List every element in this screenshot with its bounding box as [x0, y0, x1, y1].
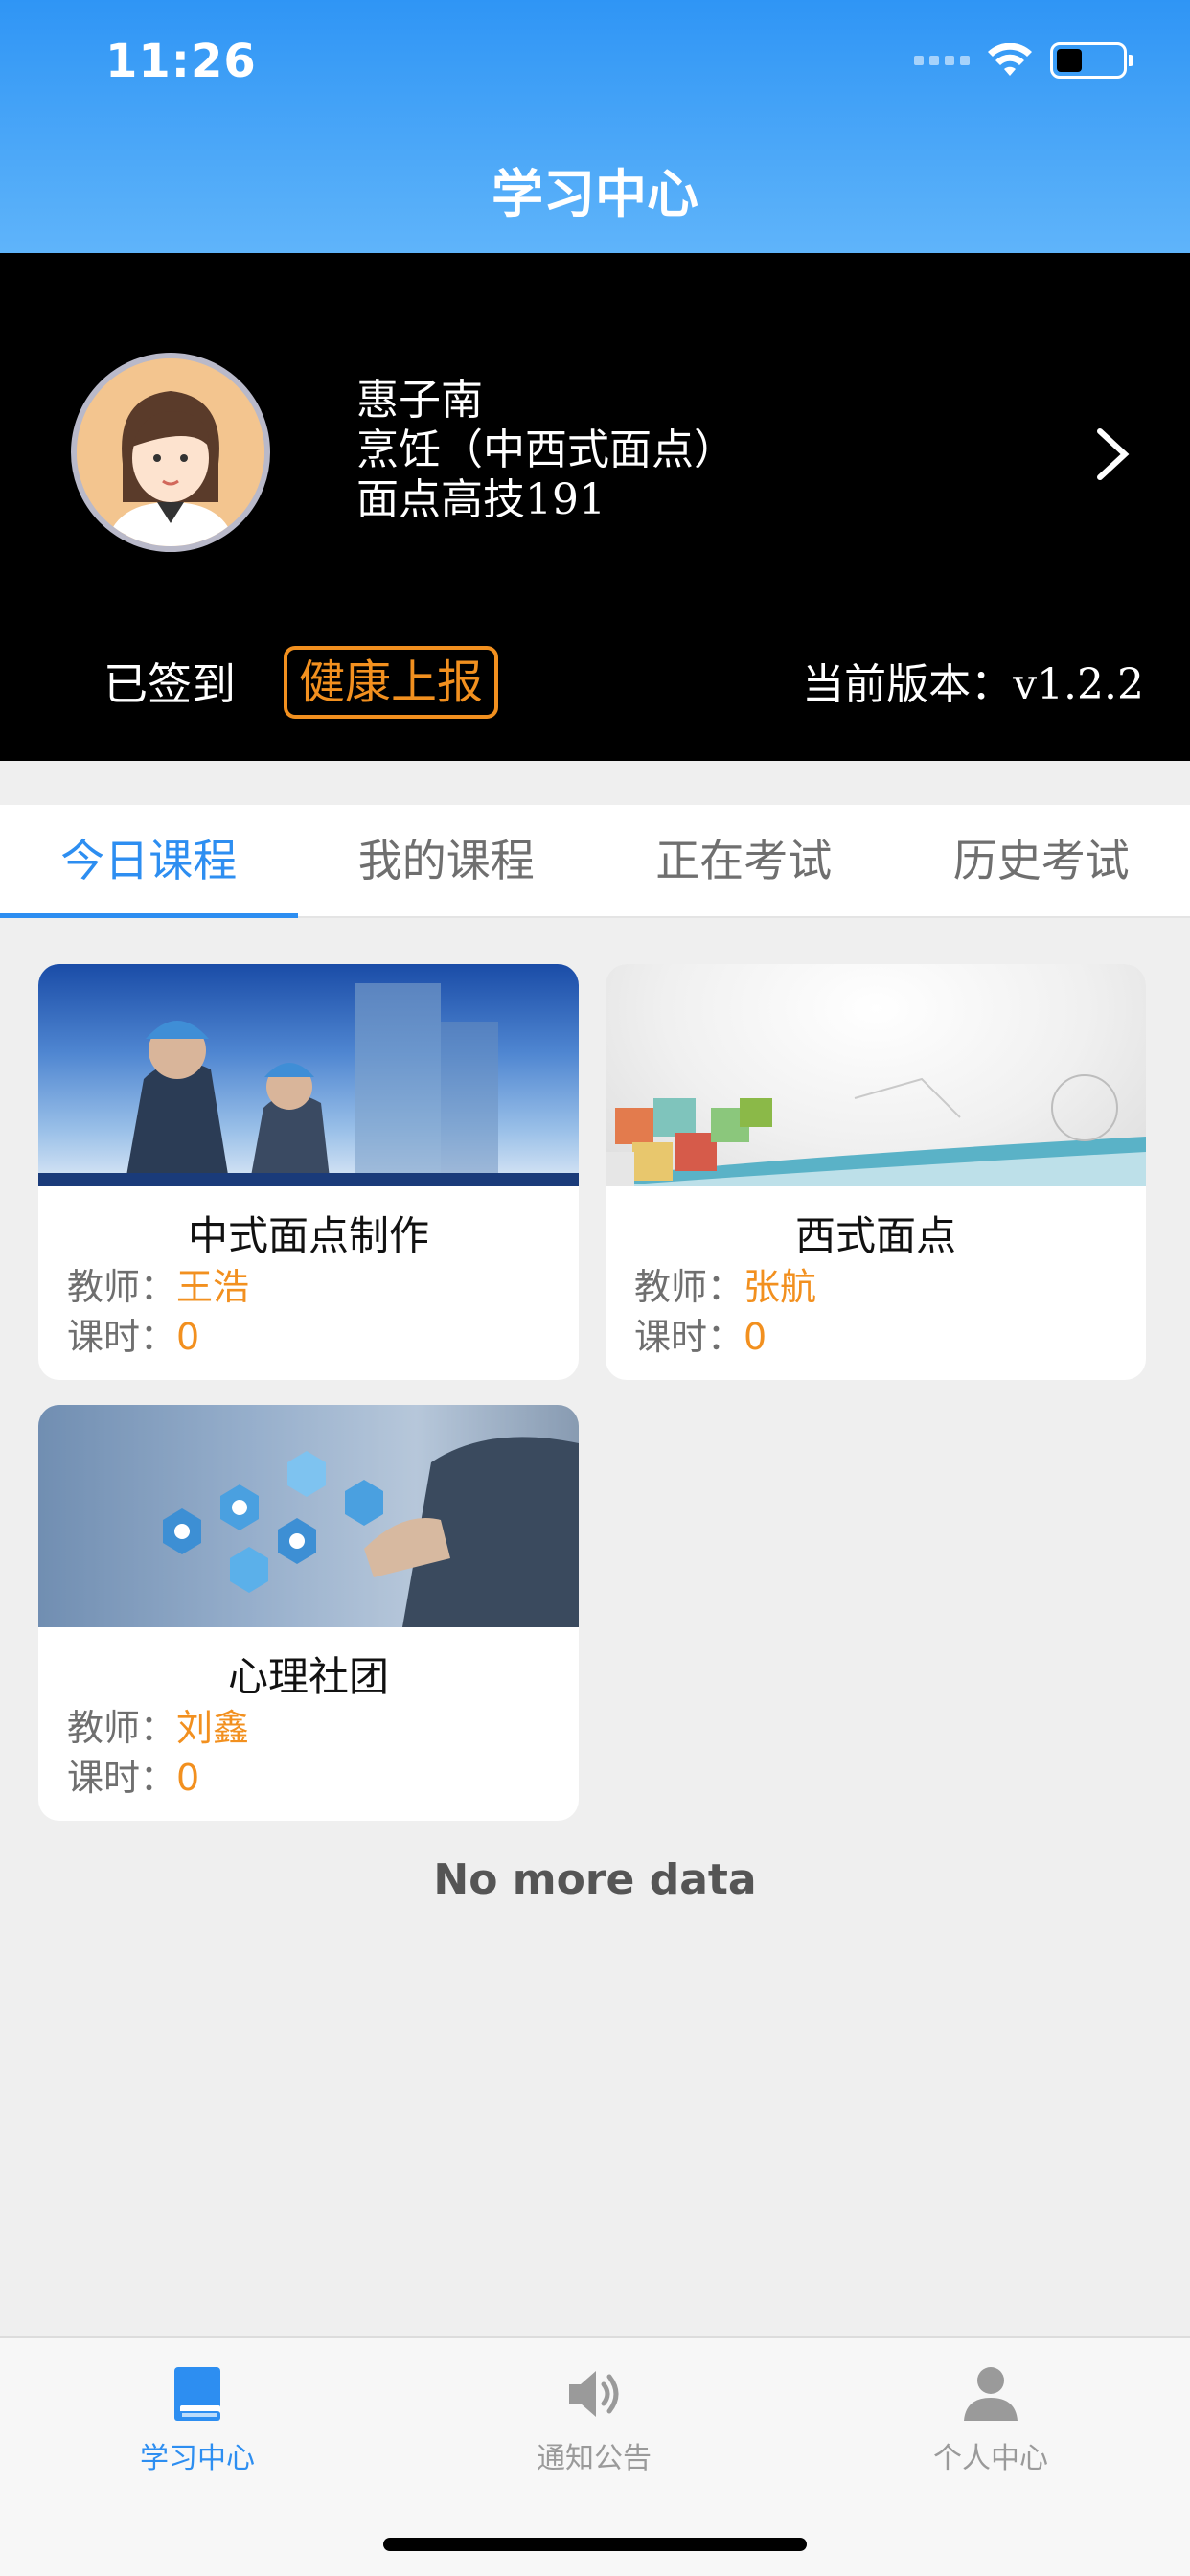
- hours-label: 课时：: [67, 1757, 177, 1799]
- status-time: 11:26: [105, 34, 257, 88]
- course-hours: 课时：0: [634, 1312, 1146, 1362]
- user-class: 面点高技191: [356, 475, 606, 524]
- version-label: 当前版本：: [802, 660, 1014, 709]
- course-tabs: 今日课程 我的课程 正在考试 历史考试: [0, 805, 1190, 918]
- tabbar-item-learning-center[interactable]: 学习中心: [82, 2363, 312, 2476]
- tabbar-item-notices[interactable]: 通知公告: [479, 2363, 709, 2476]
- hours-value: 0: [744, 1316, 767, 1358]
- tab-history-exams[interactable]: 历史考试: [893, 805, 1190, 916]
- tab-today-courses[interactable]: 今日课程: [0, 805, 298, 918]
- avatar-illustration-icon: [77, 358, 264, 546]
- course-card[interactable]: 中式面点制作 教师：王浩 课时：0: [38, 964, 579, 1380]
- course-teacher: 教师：刘鑫: [67, 1703, 579, 1753]
- teacher-name: 张航: [744, 1266, 817, 1308]
- course-title: 西式面点: [794, 1212, 956, 1259]
- profile-panel[interactable]: 惠子南 烹饪（中西式面点） 面点高技191 已签到 健康上报 当前版本：v1.2…: [0, 253, 1190, 761]
- course-title: 心理社团: [227, 1653, 389, 1700]
- user-info: 惠子南 烹饪（中西式面点） 面点高技191: [356, 376, 736, 525]
- app-version: 当前版本：v1.2.2: [802, 650, 1144, 711]
- course-teacher: 教师：张航: [634, 1262, 1146, 1312]
- course-hours: 课时：0: [67, 1312, 579, 1362]
- battery-icon: [1050, 42, 1133, 79]
- teacher-label: 教师：: [67, 1707, 177, 1749]
- list-end-text: No more data: [433, 1855, 757, 1904]
- course-card[interactable]: 心理社团 教师：刘鑫 课时：0: [38, 1405, 579, 1821]
- status-icons: [914, 42, 1133, 79]
- hours-value: 0: [176, 1316, 200, 1358]
- course-image: [38, 964, 579, 1186]
- tab-ongoing-exams[interactable]: 正在考试: [595, 805, 893, 916]
- teacher-label: 教师：: [634, 1266, 744, 1308]
- course-hours: 课时：0: [67, 1753, 579, 1803]
- teacher-name: 刘鑫: [176, 1707, 250, 1749]
- user-major: 烹饪（中西式面点）: [356, 426, 736, 474]
- book-icon: [174, 2367, 220, 2421]
- avatar: [71, 353, 270, 552]
- cellular-signal-icon: [914, 56, 970, 65]
- wifi-icon: [988, 43, 1032, 76]
- course-image: [606, 964, 1146, 1186]
- hours-label: 课时：: [634, 1316, 744, 1358]
- signed-in-status: 已签到: [103, 658, 236, 710]
- tabbar-label: 通知公告: [537, 2442, 652, 2475]
- tabbar-label: 学习中心: [140, 2442, 255, 2475]
- course-image: [38, 1405, 579, 1627]
- chevron-right-icon[interactable]: [1092, 426, 1134, 483]
- user-name: 惠子南: [356, 376, 483, 425]
- tabbar-label: 个人中心: [933, 2442, 1048, 2475]
- course-title: 中式面点制作: [187, 1212, 429, 1259]
- course-card[interactable]: 西式面点 教师：张航 课时：0: [606, 964, 1146, 1380]
- health-report-button[interactable]: 健康上报: [284, 646, 499, 719]
- tab-my-courses[interactable]: 我的课程: [298, 805, 596, 916]
- course-teacher: 教师：王浩: [67, 1262, 579, 1312]
- teacher-label: 教师：: [67, 1266, 177, 1308]
- version-value: v1.2.2: [1013, 660, 1144, 709]
- teacher-name: 王浩: [176, 1266, 250, 1308]
- hours-value: 0: [176, 1757, 200, 1799]
- person-icon: [964, 2367, 1018, 2421]
- hours-label: 课时：: [67, 1316, 177, 1358]
- home-indicator[interactable]: [383, 2538, 807, 2551]
- app-header: 11:26 学习中心: [0, 0, 1190, 253]
- page-title: 学习中心: [492, 164, 698, 224]
- tabbar-item-personal-center[interactable]: 个人中心: [876, 2363, 1106, 2476]
- speaker-icon: [569, 2371, 619, 2417]
